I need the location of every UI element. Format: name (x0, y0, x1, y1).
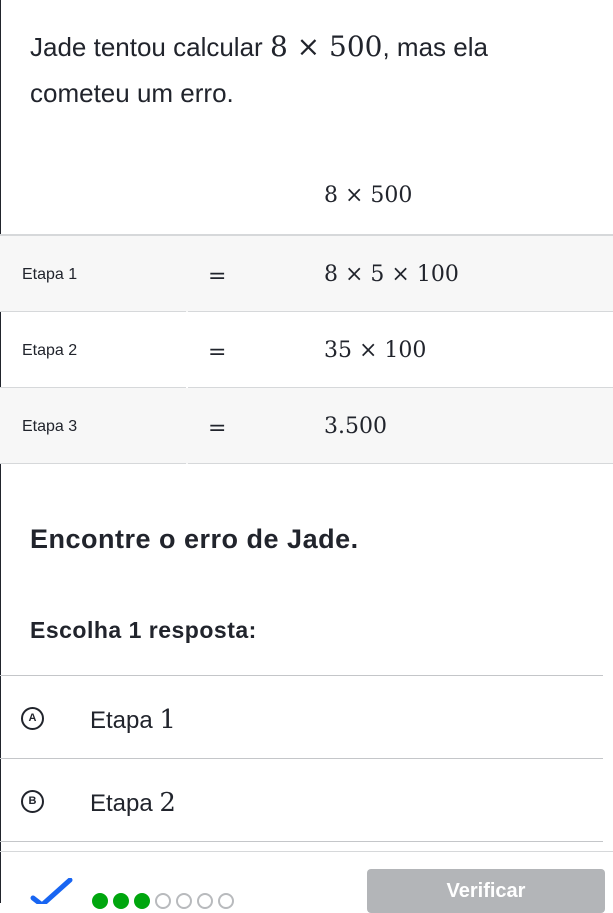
step-expression: 35 × 100 (324, 338, 427, 363)
choice-number: 2 (159, 788, 176, 818)
step-label: Etapa 2 (22, 342, 78, 359)
choose-label: Escolha 1 resposta: (30, 617, 257, 643)
step-row-2: Etapa 2 = 35 × 100 (0, 312, 613, 388)
prompt-heading: Encontre o erro de Jade. (30, 524, 359, 554)
step-expression: 8 × 5 × 100 (324, 262, 459, 287)
choice-label: Etapa 1 (90, 705, 176, 735)
progress-dot-pending (197, 893, 213, 909)
progress-dot-pending (155, 893, 171, 909)
step-expression: 3.500 (324, 414, 387, 439)
choice-text: Etapa (90, 790, 160, 817)
step-row-1: Etapa 1 = 8 × 5 × 100 (0, 236, 613, 312)
choice-b[interactable]: B Etapa 2 (0, 759, 603, 841)
checkmark-icon (30, 878, 73, 904)
choice-divider (0, 841, 603, 842)
choice-label: Etapa 2 (90, 788, 176, 818)
choice-text: Etapa (90, 707, 160, 734)
question-prefix: Jade tentou calcular (30, 32, 270, 62)
equals-sign: = (208, 416, 227, 441)
progress-dots (92, 893, 234, 909)
progress-dot-pending (176, 893, 192, 909)
progress-dot-pending (218, 893, 234, 909)
row-divider (188, 463, 613, 464)
equals-sign: = (208, 264, 227, 289)
choice-number: 1 (159, 705, 176, 735)
choice-letter-badge: B (21, 790, 44, 813)
choice-a[interactable]: A Etapa 1 (0, 676, 603, 758)
step-label: Etapa 1 (22, 266, 78, 283)
question-expression: 8 × 500 (269, 30, 383, 63)
step-row-3: Etapa 3 = 3.500 (0, 388, 613, 464)
row-divider (0, 463, 186, 464)
footer-divider (0, 851, 613, 852)
step-label: Etapa 3 (22, 418, 78, 435)
progress-dot-complete (134, 893, 150, 909)
answer-choices: A Etapa 1 B Etapa 2 (0, 675, 603, 842)
equals-sign: = (208, 340, 227, 365)
start-expression: 8 × 500 (324, 183, 413, 208)
choice-letter-badge: A (21, 707, 44, 730)
progress-dot-complete (113, 893, 129, 909)
verify-button[interactable]: Verificar (367, 869, 605, 913)
progress-dot-complete (92, 893, 108, 909)
work-steps-table: Etapa 1 = 8 × 5 × 100 Etapa 2 = 35 × 100… (0, 234, 613, 464)
question-text: Jade tentou calcular 8 × 500, mas ela co… (30, 24, 590, 116)
